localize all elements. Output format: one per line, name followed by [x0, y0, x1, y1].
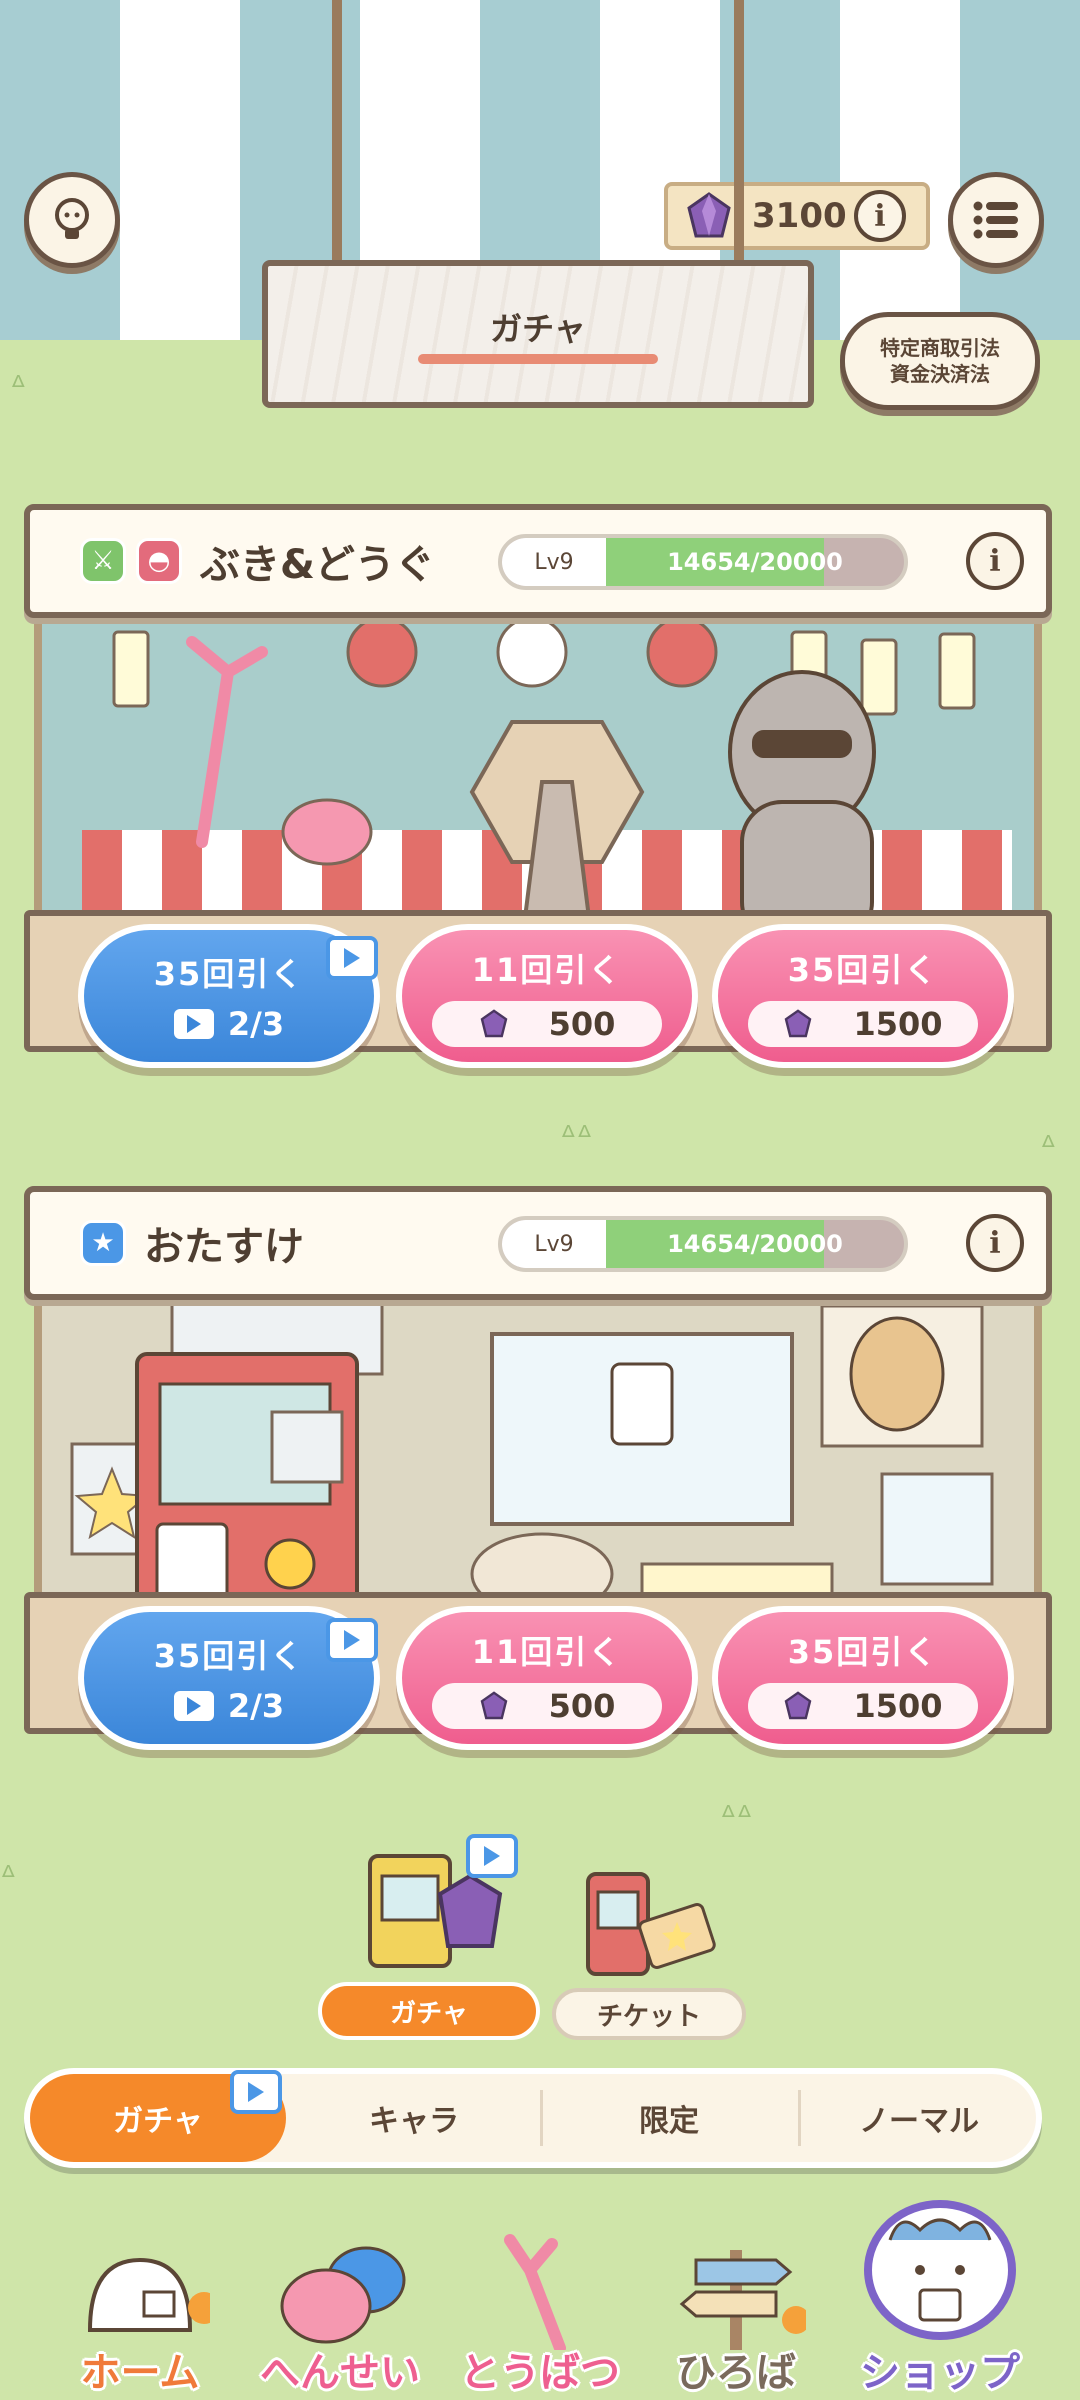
video-ad-icon — [230, 2070, 282, 2114]
booth-title: ぶき&どうぐ — [200, 542, 435, 588]
menu-button[interactable] — [948, 172, 1044, 268]
video-ad-icon — [173, 1691, 214, 1721]
level-progress-bar: Lv9 14654/20000 — [498, 1216, 908, 1272]
grass-tuft-icon: ᐞ — [1040, 1130, 1057, 1165]
pull-label: 11回引く — [471, 1633, 623, 1671]
booth-header: ★ おたすけ Lv9 14654/20000 i — [24, 1186, 1052, 1300]
booth-scene — [34, 612, 1042, 946]
nav-subjugation[interactable]: とうばつ — [440, 2220, 640, 2400]
level-exp-text: 14654/20000 — [667, 1230, 843, 1258]
nav-subjugation-label: とうばつ — [460, 2350, 620, 2396]
formation-icon — [280, 2246, 406, 2344]
gem-counter: 3100 i — [664, 182, 930, 250]
ad-remaining-count: 2/3 — [227, 1687, 285, 1725]
sign-rope — [332, 0, 342, 272]
list-menu-icon — [973, 201, 1018, 239]
tool-category-icon: ◓ — [136, 538, 182, 584]
subtab-ticket[interactable]: チケット — [552, 1988, 746, 2040]
trident-icon — [504, 2234, 566, 2350]
tab-limited[interactable]: 限定 — [544, 2074, 794, 2162]
purple-gem-icon — [785, 1691, 812, 1720]
pull-label: 35回引く — [153, 955, 305, 993]
ad-remaining-count: 2/3 — [227, 1005, 285, 1043]
nav-formation[interactable]: へんせい — [240, 2220, 440, 2400]
nav-plaza-label: ひろば — [676, 2350, 796, 2396]
level-exp-text: 14654/20000 — [667, 548, 843, 576]
pull-label: 35回引く — [787, 951, 939, 989]
tab-divider — [798, 2090, 801, 2146]
booth-info-icon[interactable]: i — [966, 1214, 1024, 1272]
weapons-scene-illustration — [82, 616, 1012, 946]
level-label: Lv9 — [502, 538, 606, 586]
legal-line-1: 特定商取引法 — [880, 336, 1000, 360]
grass-tuft-icon: ᐞ — [0, 1860, 17, 1895]
page-title: ガチャ — [490, 310, 586, 348]
pull-35-button[interactable]: 35回引く 1500 — [712, 924, 1014, 1068]
pull-cost: 1500 — [853, 1687, 943, 1725]
purple-gem-icon — [687, 192, 731, 238]
grass-tuft-icon: ᐞᐞ — [560, 1120, 593, 1155]
nav-shop[interactable]: ショップ — [840, 2190, 1040, 2396]
purple-gem-icon — [480, 1009, 507, 1038]
nav-formation-label: へんせい — [260, 2350, 420, 2396]
grass-tuft-icon: ᐞᐞ — [720, 1800, 753, 1835]
nav-home-label: ホーム — [80, 2350, 200, 2396]
grass-tuft-icon: ᐞ — [10, 370, 27, 405]
support-scene-illustration — [70, 1302, 994, 1628]
weapon-category-icon: ⚔ — [80, 538, 126, 584]
pull-11-button[interactable]: 11回引く 500 — [396, 1606, 698, 1750]
legal-line-2: 資金決済法 — [890, 362, 990, 386]
purple-gem-icon — [480, 1691, 507, 1720]
sign-rope — [734, 0, 744, 272]
tab-divider — [540, 2090, 543, 2146]
level-progress-bar: Lv9 14654/20000 — [498, 534, 908, 590]
video-ad-icon — [466, 1834, 518, 1878]
purple-gem-icon — [785, 1009, 812, 1038]
video-ad-icon — [326, 936, 378, 980]
booth-header: ⚔ ◓ ぶき&どうぐ Lv9 14654/20000 i — [24, 504, 1052, 618]
gem-count: 3100 — [752, 196, 847, 236]
booth-scene — [34, 1294, 1042, 1628]
pull-cost: 500 — [548, 1005, 616, 1043]
star-category-icon: ★ — [80, 1220, 126, 1266]
subtab-gacha[interactable]: ガチャ — [318, 1982, 540, 2040]
nav-home[interactable]: ホーム — [40, 2220, 240, 2400]
video-ad-icon — [173, 1009, 214, 1039]
pull-cost: 500 — [548, 1687, 616, 1725]
ticket-subtab-art[interactable] — [580, 1866, 720, 1986]
level-label: Lv9 — [502, 1220, 606, 1268]
hint-button[interactable] — [24, 172, 120, 268]
pull-label: 11回引く — [471, 951, 623, 989]
ticket-machine-icon — [586, 1872, 716, 1976]
pull-cost: 1500 — [853, 1005, 943, 1043]
pull-label: 35回引く — [153, 1637, 305, 1675]
booth-info-icon[interactable]: i — [966, 532, 1024, 590]
gem-info-icon[interactable]: i — [854, 190, 906, 242]
home-icon — [87, 2257, 210, 2332]
tab-chara[interactable]: キャラ — [292, 2074, 536, 2162]
video-ad-icon — [326, 1618, 378, 1662]
pull-label: 35回引く — [787, 1633, 939, 1671]
bottom-navigation: ホーム へんせい とうばつ ひろば ショップ — [0, 2190, 1080, 2400]
pull-35-button[interactable]: 35回引く 1500 — [712, 1606, 1014, 1750]
pull-11-button[interactable]: 11回引く 500 — [396, 924, 698, 1068]
booth-weapons: ⚔ ◓ ぶき&どうぐ Lv9 14654/20000 i 35回引く 2/3 1… — [24, 504, 1052, 1104]
legal-notice-button[interactable]: 特定商取引法 資金決済法 — [840, 312, 1040, 410]
lightbulb-icon — [55, 198, 89, 239]
nav-plaza[interactable]: ひろば — [636, 2220, 836, 2400]
booth-support: ★ おたすけ Lv9 14654/20000 i 35回引く 2/3 11回引く… — [24, 1186, 1052, 1786]
nav-shop-label: ショップ — [860, 2350, 1020, 2396]
tab-normal[interactable]: ノーマル — [802, 2074, 1036, 2162]
title-underline — [418, 354, 658, 364]
signpost-icon — [679, 2250, 806, 2350]
page-title-sign: ガチャ — [262, 260, 814, 408]
category-tab-bar: ガチャ キャラ 限定 ノーマル — [24, 2068, 1042, 2168]
shop-cat-icon — [864, 2200, 1016, 2340]
booth-title: おたすけ — [144, 1224, 304, 1270]
